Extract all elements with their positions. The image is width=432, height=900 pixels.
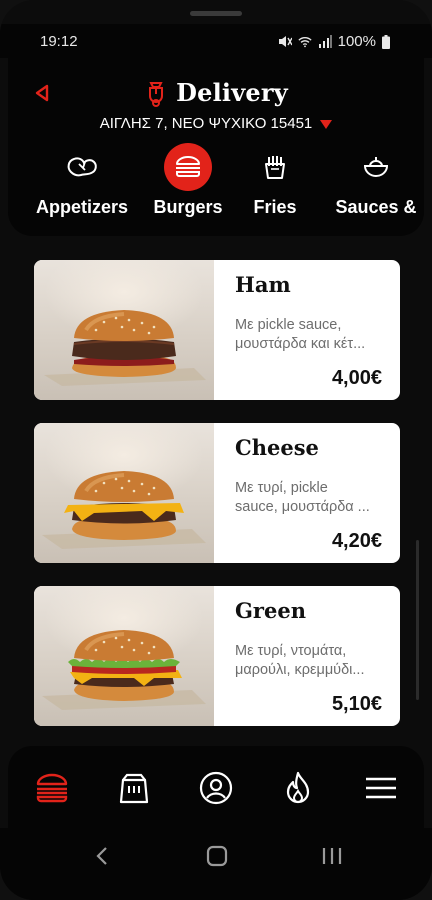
product-list: Ham Με pickle sauce, μουστάρδα και κέτ..… <box>34 260 400 749</box>
signal-icon <box>318 35 332 48</box>
system-navigation-bar <box>0 828 432 900</box>
phone-screen: 19:12 100% Delivery ΑΙΓΛΗΣ 7, ΝΕΟ ΨΥΧΙΚΟ… <box>0 0 432 900</box>
menu-burger-icon <box>36 773 68 803</box>
product-card-cheese[interactable]: Cheese Με τυρί, pickle sauce, μουστάρδα … <box>34 423 400 563</box>
product-description: Με pickle sauce, μουστάρδα και κέτ... <box>235 317 366 352</box>
product-description: Με τυρί, ντομάτα, μαρούλι, κρεμμύδι... <box>235 643 365 678</box>
home-square-icon <box>206 845 228 867</box>
status-icons: 100% <box>278 33 390 50</box>
app-header: Delivery ΑΙΓΛΗΣ 7, ΝΕΟ ΨΥΧΙΚΟ 15451 Appe… <box>8 58 424 236</box>
category-tabs: Appetizers Burgers Fries Sauces & <box>8 143 424 233</box>
delivery-address: ΑΙΓΛΗΣ 7, ΝΕΟ ΨΥΧΙΚΟ 15451 <box>99 115 313 132</box>
mute-icon <box>278 36 292 47</box>
nav-profile-button[interactable] <box>196 768 236 808</box>
tab-fries[interactable]: Fries <box>246 143 304 218</box>
product-name: Ham <box>235 272 291 297</box>
tab-label-appetizers: Appetizers <box>35 197 129 217</box>
system-back-button[interactable] <box>82 836 122 876</box>
system-home-button[interactable] <box>197 836 237 876</box>
title-row: Delivery <box>8 78 424 107</box>
cheese-burger-image <box>34 423 214 563</box>
chevron-left-icon <box>96 847 107 865</box>
tab-burgers[interactable]: Burgers <box>150 143 226 218</box>
product-name: Green <box>235 598 306 623</box>
profile-icon <box>199 771 233 805</box>
status-time: 19:12 <box>40 33 78 50</box>
tab-sauces[interactable]: Sauces & <box>326 143 426 218</box>
product-card-ham[interactable]: Ham Με pickle sauce, μουστάρδα και κέτ..… <box>34 260 400 400</box>
wifi-icon <box>298 36 312 48</box>
burger-icon <box>164 143 212 191</box>
ham-burger-image <box>34 260 214 400</box>
bottom-navigation <box>8 746 424 828</box>
product-name: Cheese <box>235 435 319 460</box>
recent-apps-icon <box>322 848 342 864</box>
product-price: 4,20€ <box>331 530 382 552</box>
scrollbar[interactable] <box>416 540 419 700</box>
nav-offers-button[interactable] <box>278 768 318 808</box>
sauce-bowl-icon <box>352 143 400 191</box>
battery-percentage: 100% <box>337 33 376 50</box>
product-card-green[interactable]: Green Με τυρί, ντομάτα, μαρούλι, κρεμμύδ… <box>34 586 400 726</box>
green-burger-image <box>34 586 214 726</box>
tab-appetizers[interactable]: Appetizers <box>28 143 136 218</box>
status-bar: 19:12 100% <box>0 24 432 58</box>
product-price: 5,10€ <box>331 693 382 715</box>
tab-label-sauces: Sauces & <box>335 197 417 217</box>
system-recents-button[interactable] <box>312 836 352 876</box>
nav-menu-button[interactable] <box>32 768 72 808</box>
battery-icon <box>382 34 390 49</box>
nav-more-button[interactable] <box>361 768 401 808</box>
nav-bag-button[interactable] <box>114 768 154 808</box>
delivery-scooter-icon <box>149 81 164 107</box>
delivery-address-selector[interactable]: ΑΙΓΛΗΣ 7, ΝΕΟ ΨΥΧΙΚΟ 15451 <box>8 115 424 132</box>
shopping-bag-icon <box>119 773 149 804</box>
appetizers-icon <box>58 143 106 191</box>
speaker-grille <box>190 11 242 16</box>
flame-icon <box>286 771 310 804</box>
tab-label-burgers: Burgers <box>153 197 223 217</box>
product-description: Με τυρί, pickle sauce, μουστάρδα ... <box>235 480 370 515</box>
product-price: 4,00€ <box>331 367 382 389</box>
page-title: Delivery <box>176 78 288 107</box>
fries-icon <box>251 143 299 191</box>
chevron-down-icon <box>320 120 333 129</box>
tab-label-fries: Fries <box>253 197 297 217</box>
hamburger-menu-icon <box>366 777 396 799</box>
